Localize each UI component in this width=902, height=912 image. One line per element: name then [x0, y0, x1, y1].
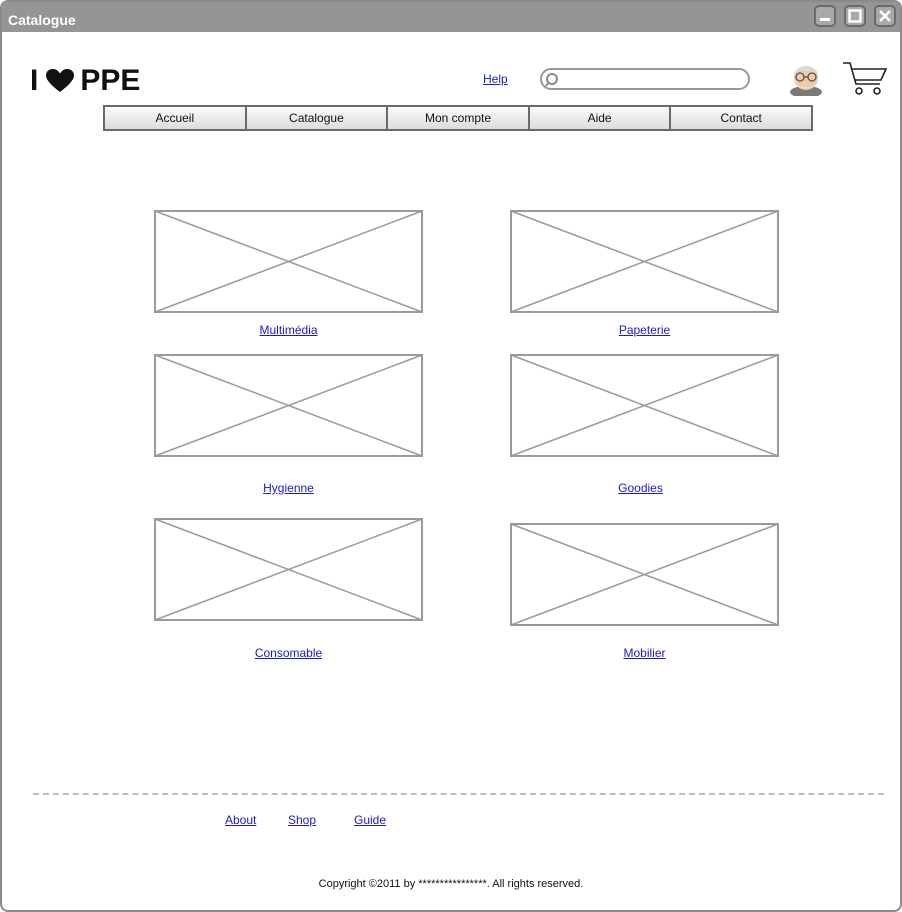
window-title: Catalogue [8, 12, 76, 28]
nav-item-contact[interactable]: Contact [671, 107, 811, 129]
main-nav: Accueil Catalogue Mon compte Aide Contac… [103, 105, 813, 131]
logo-text-left: I [30, 64, 39, 97]
logo-text-right: PPE [80, 64, 141, 97]
nav-item-aide[interactable]: Aide [529, 107, 672, 129]
title-bar[interactable]: Catalogue [2, 2, 900, 32]
user-avatar-icon[interactable] [786, 62, 826, 96]
nav-item-accueil[interactable]: Accueil [105, 107, 247, 129]
category-image-multimedia[interactable] [154, 210, 423, 313]
category-image-goodies[interactable] [510, 354, 779, 457]
search-input[interactable] [564, 71, 743, 89]
category-link-consomable[interactable]: Consomable [154, 646, 423, 660]
close-icon [879, 10, 891, 22]
minimize-button[interactable] [814, 5, 836, 27]
copyright-text: Copyright ©2011 by ****************. All… [318, 878, 584, 890]
footer-link-about[interactable]: About [225, 813, 256, 827]
maximize-icon [848, 9, 862, 23]
search-box[interactable] [540, 68, 750, 90]
help-link[interactable]: Help [483, 72, 508, 86]
category-image-consomable[interactable] [154, 518, 423, 621]
category-link-multimedia[interactable]: Multimédia [154, 323, 423, 337]
category-image-papeterie[interactable] [510, 210, 779, 313]
category-image-hygienne[interactable] [154, 354, 423, 457]
heart-icon [46, 69, 75, 92]
category-link-hygienne[interactable]: Hygienne [154, 481, 423, 495]
shopping-cart-icon[interactable] [842, 60, 888, 98]
footer-divider [33, 793, 884, 795]
nav-item-mon-compte[interactable]: Mon compte [388, 107, 530, 129]
maximize-button[interactable] [844, 5, 866, 27]
nav-item-catalogue[interactable]: Catalogue [246, 107, 389, 129]
minimize-icon [820, 18, 830, 21]
category-image-mobilier[interactable] [510, 523, 779, 626]
footer-link-guide[interactable]: Guide [354, 813, 386, 827]
search-icon [545, 73, 558, 87]
site-logo[interactable]: I PPE [30, 64, 140, 98]
footer-link-shop[interactable]: Shop [288, 813, 316, 827]
category-link-mobilier[interactable]: Mobilier [510, 646, 779, 660]
close-button[interactable] [874, 5, 896, 27]
browser-window: Catalogue I PPE Help Accueil Catalogue M… [0, 0, 902, 912]
category-link-goodies[interactable]: Goodies [506, 481, 775, 495]
category-link-papeterie[interactable]: Papeterie [510, 323, 779, 337]
